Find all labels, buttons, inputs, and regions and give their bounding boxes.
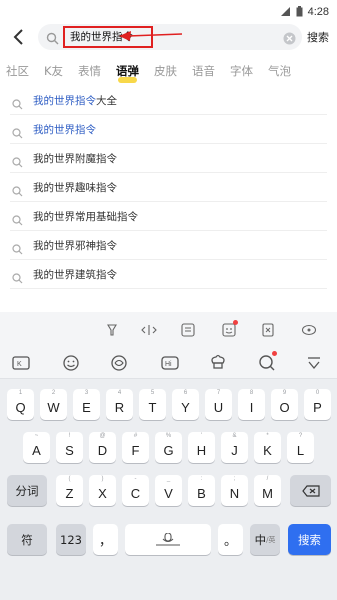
- suggestion-text: 我的世界趣味指令: [33, 182, 117, 194]
- keyboard: K Hi 1Q 2W 3E 4R 5T 6Y 7U 8I 9O 0 P ~ A …: [0, 312, 337, 600]
- emoticon-icon[interactable]: [221, 320, 238, 338]
- number-key[interactable]: 123: [56, 524, 86, 555]
- clear-icon[interactable]: [283, 30, 296, 49]
- key-r[interactable]: 4R: [106, 389, 133, 420]
- suggestion-text: 我的世界附魔指令: [33, 153, 117, 165]
- annotation-arrow-icon: [118, 27, 184, 46]
- notification-dot: [233, 320, 238, 325]
- search-icon: [12, 211, 23, 230]
- suggestion-match: 我的世界指令: [33, 95, 96, 107]
- key-z[interactable]: (Z: [56, 475, 83, 506]
- key-t[interactable]: 5T: [139, 389, 166, 420]
- language-switch-key[interactable]: 中/英: [250, 524, 280, 555]
- key-y[interactable]: 6Y: [172, 389, 199, 420]
- suggestion-item[interactable]: 我的世界指令: [10, 115, 327, 144]
- key-m[interactable]: / M: [254, 475, 281, 506]
- tab-voice[interactable]: 语音: [192, 60, 215, 86]
- suggestion-item[interactable]: 我的世界附魔指令: [10, 144, 327, 173]
- search-header: 我的世界指令 搜索: [0, 18, 337, 56]
- key-w[interactable]: 2W: [40, 389, 67, 420]
- key-f[interactable]: # F: [122, 432, 149, 463]
- emoji-icon[interactable]: [61, 353, 81, 373]
- key-b[interactable]: :B: [188, 475, 215, 506]
- suggestion-item[interactable]: 我的世界常用基础指令: [10, 202, 327, 231]
- suggestion-item[interactable]: 我的世界趣味指令: [10, 173, 327, 202]
- key-p[interactable]: 0P: [304, 389, 331, 420]
- search-icon: [46, 30, 59, 49]
- key-d[interactable]: @ D: [89, 432, 116, 463]
- microphone-icon: [156, 532, 180, 546]
- collapse-keyboard-icon[interactable]: [304, 353, 324, 373]
- comma-key[interactable]: ，: [93, 524, 118, 555]
- backspace-icon: [301, 484, 320, 497]
- key-h[interactable]: ' H: [188, 432, 215, 463]
- key-e[interactable]: 3E: [73, 389, 100, 420]
- tab-k-friends[interactable]: K友: [44, 60, 63, 86]
- keyboard-hide-icon[interactable]: [301, 322, 317, 338]
- backspace-key[interactable]: [290, 475, 331, 506]
- space-key[interactable]: [125, 524, 211, 555]
- suggestion-text: 我的世界常用基础指令: [33, 211, 138, 223]
- suggestion-item[interactable]: 我的世界指令大全: [10, 86, 327, 115]
- enter-search-key[interactable]: 搜索: [288, 524, 331, 555]
- tab-bubbles[interactable]: 气泡: [268, 60, 291, 86]
- tab-yudan[interactable]: 语弹: [116, 60, 139, 86]
- suggestion-text: 我的世界建筑指令: [33, 269, 117, 281]
- suggestion-match: 我的世界指令: [33, 124, 96, 136]
- search-icon: [12, 269, 23, 288]
- key-o[interactable]: 9O: [271, 389, 298, 420]
- key-i[interactable]: 8I: [238, 389, 265, 420]
- key-n[interactable]: ; N: [221, 475, 248, 506]
- tab-fonts[interactable]: 字体: [230, 60, 253, 86]
- translate-icon[interactable]: K: [11, 353, 31, 373]
- period-key[interactable]: 。: [218, 524, 243, 555]
- key-v[interactable]: _ V: [155, 475, 182, 506]
- greeting-icon[interactable]: Hi: [160, 353, 180, 373]
- cursor-move-icon[interactable]: [141, 322, 157, 338]
- key-q[interactable]: 1Q: [7, 389, 34, 420]
- text-format-icon[interactable]: [180, 322, 196, 338]
- search-icon: [12, 124, 23, 143]
- key-g[interactable]: % G: [155, 432, 182, 463]
- tab-emoji[interactable]: 表情: [78, 60, 101, 86]
- search-icon: [12, 182, 23, 201]
- chef-hat-icon[interactable]: [208, 353, 228, 373]
- key-u[interactable]: 7U: [205, 389, 232, 420]
- tab-community[interactable]: 社区: [6, 60, 29, 86]
- suggestion-text: 大全: [96, 95, 117, 107]
- search-icon: [12, 240, 23, 259]
- back-button[interactable]: [8, 26, 30, 48]
- back-arrow-icon: [13, 29, 23, 45]
- keyboard-keys: 1Q 2W 3E 4R 5T 6Y 7U 8I 9O 0P ~ A ! S @ D #…: [0, 380, 337, 600]
- category-tabs: 社区 K友 表情 语弹 皮肤 语音 字体 气泡: [0, 60, 337, 86]
- select-text-icon[interactable]: [104, 322, 120, 338]
- key-x[interactable]: ) X: [89, 475, 116, 506]
- svg-text:Hi: Hi: [165, 361, 172, 368]
- tab-skins[interactable]: 皮肤: [154, 60, 177, 86]
- status-time: 4:28: [307, 5, 329, 18]
- key-j[interactable]: & J: [221, 432, 248, 463]
- notification-dot: [272, 351, 277, 356]
- key-l[interactable]: ? L: [287, 432, 314, 463]
- key-a[interactable]: ~ A: [23, 432, 50, 463]
- suggestion-item[interactable]: 我的世界建筑指令: [10, 260, 327, 289]
- key-k[interactable]: * K: [254, 432, 281, 463]
- search-submit-button[interactable]: 搜索: [307, 29, 329, 45]
- clipboard-icon[interactable]: [260, 322, 276, 338]
- status-bar: 4:28: [0, 0, 337, 18]
- key-s[interactable]: ! S: [56, 432, 83, 463]
- keyboard-edit-toolbar: [0, 312, 337, 347]
- search-icon: [12, 153, 23, 172]
- suggestion-text: 我的世界邪神指令: [33, 240, 117, 252]
- keyboard-function-toolbar: K Hi: [0, 347, 337, 379]
- symbol-key[interactable]: 符: [7, 524, 47, 555]
- svg-text:K: K: [17, 361, 22, 368]
- sticker-icon[interactable]: [109, 353, 129, 373]
- segment-key[interactable]: 分词: [7, 475, 47, 506]
- key-c[interactable]: -C: [122, 475, 149, 506]
- keyboard-search-icon[interactable]: [257, 351, 277, 373]
- suggestion-item[interactable]: 我的世界邪神指令: [10, 231, 327, 260]
- suggestion-list: 我的世界指令大全 我的世界指令 我的世界附魔指令 我的世界趣味指令 我的世界常用…: [0, 86, 337, 289]
- search-icon: [12, 95, 23, 114]
